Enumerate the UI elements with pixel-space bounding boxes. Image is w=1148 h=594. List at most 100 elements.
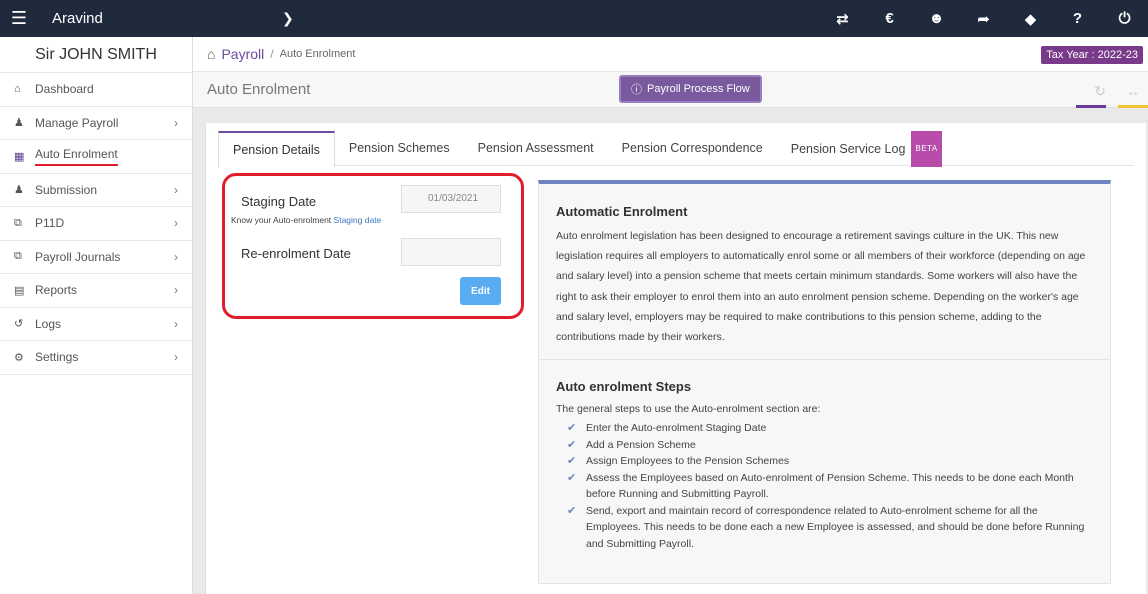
history-icon: ↺ (14, 318, 24, 331)
sidebar: Sir JOHN SMITH ⌂ Dashboard ♟ Manage Payr… (0, 37, 193, 594)
sidebar-item-manage-payroll[interactable]: ♟ Manage Payroll › (0, 107, 192, 140)
refresh-underline (1076, 105, 1106, 108)
list-item: ✔ Add a Pension Scheme (567, 437, 1087, 454)
staging-date-label: Staging Date (241, 194, 317, 209)
sidebar-item-label: Submission (35, 182, 98, 197)
group-icon: ♟ (14, 184, 24, 197)
chevron-right-icon: › (174, 316, 178, 331)
sidebar-item-submission[interactable]: ♟ Submission › (0, 174, 192, 207)
auto-enrolment-info: Automatic Enrolment Auto enrolment legis… (538, 180, 1111, 584)
megaphone-icon[interactable]: ➦ (960, 10, 1007, 28)
menu-icon[interactable]: ☰ (0, 8, 38, 29)
sidebar-item-label: Reports (35, 283, 78, 298)
page-header: Auto Enrolment ⓘ Payroll Process Flow ↻ … (193, 72, 1148, 108)
breadcrumb: ⌂ Payroll / Auto Enrolment Tax Year : 20… (193, 37, 1148, 72)
sidebar-item-label: Settings (35, 350, 79, 365)
sidebar-item-settings[interactable]: ⚙ Settings › (0, 341, 192, 375)
list-item: ✔ Assign Employees to the Pension Schemes (567, 453, 1087, 470)
info-heading: Automatic Enrolment (556, 204, 688, 219)
tab-pension-correspondence[interactable]: Pension Correspondence (608, 131, 777, 166)
steps-list: ✔ Enter the Auto-enrolment Staging Date ✔… (567, 420, 1087, 552)
info-icon: ⓘ (631, 84, 642, 96)
chevron-right-icon: › (174, 249, 178, 264)
re-enrolment-date-label: Re-enrolment Date (241, 246, 351, 261)
sidebar-item-payroll-journals[interactable]: ⧉ Payroll Journals › (0, 241, 192, 274)
user-name[interactable]: Sir JOHN SMITH (0, 37, 192, 73)
home-icon[interactable]: ⌂ (207, 46, 215, 62)
breadcrumb-payroll-link[interactable]: Payroll (221, 46, 264, 62)
chevron-right-icon: › (174, 283, 178, 298)
users-icon[interactable]: ☻ (913, 10, 960, 27)
sidebar-item-logs[interactable]: ↺ Logs › (0, 308, 192, 341)
sidebar-item-label: Logs (35, 316, 62, 331)
re-enrolment-date-input[interactable] (401, 238, 501, 266)
chevron-right-icon: › (174, 350, 178, 365)
breadcrumb-separator: / (270, 47, 274, 61)
sidebar-item-p11d[interactable]: ⧉ P11D › (0, 207, 192, 241)
tab-pension-details[interactable]: Pension Details (218, 131, 335, 167)
check-icon: ✔ (567, 455, 577, 467)
copy-icon: ⧉ (14, 216, 22, 229)
beta-badge: BETA (911, 131, 942, 167)
payroll-process-flow-button[interactable]: ⓘ Payroll Process Flow (619, 75, 762, 103)
report-icon: ▤ (14, 284, 25, 297)
sidebar-item-label: Payroll Journals (35, 249, 121, 264)
sidebar-item-reports[interactable]: ▤ Reports › (0, 274, 192, 308)
list-item: ✔ Enter the Auto-enrolment Staging Date (567, 420, 1087, 437)
tab-pension-schemes[interactable]: Pension Schemes (335, 131, 464, 166)
list-item: ✔ Assess the Employees based on Auto-enro… (567, 470, 1087, 503)
list-item: ✔ Send, export and maintain record of cor… (567, 503, 1087, 553)
main-content: ⌂ Payroll / Auto Enrolment Tax Year : 20… (193, 37, 1148, 594)
tab-pension-assessment[interactable]: Pension Assessment (464, 131, 608, 166)
top-navbar: ☰ Aravind ❯ ⇄ € ☻ ➦ ◆ ? ⏻ (0, 0, 1148, 37)
refresh-icon[interactable]: ↻ (1094, 83, 1106, 100)
info-paragraph: Auto enrolment legislation has been desi… (556, 230, 1086, 344)
copy-icon: ⧉ (14, 250, 22, 263)
staging-date-link[interactable]: Staging date (334, 215, 382, 225)
automatic-enrolment-section: Automatic Enrolment Auto enrolment legis… (539, 184, 1110, 360)
check-icon: ✔ (567, 422, 577, 434)
company-dropdown-chevron-icon[interactable]: ❯ (282, 10, 294, 27)
expand-underline (1118, 105, 1148, 108)
tag-icon[interactable]: ◆ (1007, 10, 1054, 28)
tab-bar: Pension Details Pension Schemes Pension … (218, 131, 1134, 167)
step-text: Enter the Auto-enrolment Staging Date (586, 422, 767, 434)
tax-year-badge[interactable]: Tax Year : 2022-23 (1041, 46, 1143, 64)
check-icon: ✔ (567, 438, 577, 451)
staging-date-input[interactable]: 01/03/2021 (401, 185, 501, 213)
breadcrumb-current: Auto Enrolment (279, 48, 356, 60)
help-icon[interactable]: ? (1054, 10, 1101, 27)
check-icon: ✔ (567, 471, 577, 484)
gear-icon: ⚙ (14, 351, 24, 364)
staging-date-hint-text: Know your Auto-enrolment (231, 215, 332, 225)
page-title: Auto Enrolment (207, 81, 311, 98)
highlighted-dates-form: Staging Date Know your Auto-enrolment St… (222, 173, 524, 319)
chevron-right-icon: › (174, 182, 178, 197)
payroll-process-flow-label: Payroll Process Flow (647, 83, 750, 95)
sidebar-item-label: P11D (35, 216, 65, 231)
tab-pension-service-log[interactable]: Pension Service Log BETA (777, 131, 956, 167)
sidebar-item-auto-enrolment[interactable]: ▦ Auto Enrolment (0, 140, 192, 174)
power-icon[interactable]: ⏻ (1101, 10, 1148, 27)
steps-heading: Auto enrolment Steps (556, 379, 692, 394)
steps-intro: The general steps to use the Auto-enrolm… (556, 403, 821, 415)
user-icon: ♟ (14, 117, 24, 130)
chevron-right-icon: › (174, 216, 178, 231)
staging-date-hint: Know your Auto-enrolment Staging date (231, 215, 381, 225)
edit-button[interactable]: Edit (460, 277, 501, 305)
step-text: Assign Employees to the Pension Schemes (586, 455, 790, 467)
company-name[interactable]: Aravind (52, 10, 252, 27)
currency-icon[interactable]: € (866, 10, 913, 27)
home-icon: ⌂ (14, 83, 21, 96)
tab-label: Pension Service Log (790, 142, 906, 156)
sidebar-item-label: Manage Payroll (35, 115, 119, 130)
step-text: Add a Pension Scheme (586, 438, 696, 451)
sidebar-item-dashboard[interactable]: ⌂ Dashboard (0, 73, 192, 107)
sidebar-item-label: Dashboard (35, 82, 94, 97)
pension-panel: Pension Details Pension Schemes Pension … (205, 123, 1146, 594)
expand-icon[interactable]: ↔ (1126, 83, 1140, 99)
sidebar-item-label: Auto Enrolment (35, 147, 118, 166)
check-icon: ✔ (567, 504, 577, 517)
swap-icon[interactable]: ⇄ (819, 10, 866, 28)
chevron-right-icon: › (174, 115, 178, 130)
